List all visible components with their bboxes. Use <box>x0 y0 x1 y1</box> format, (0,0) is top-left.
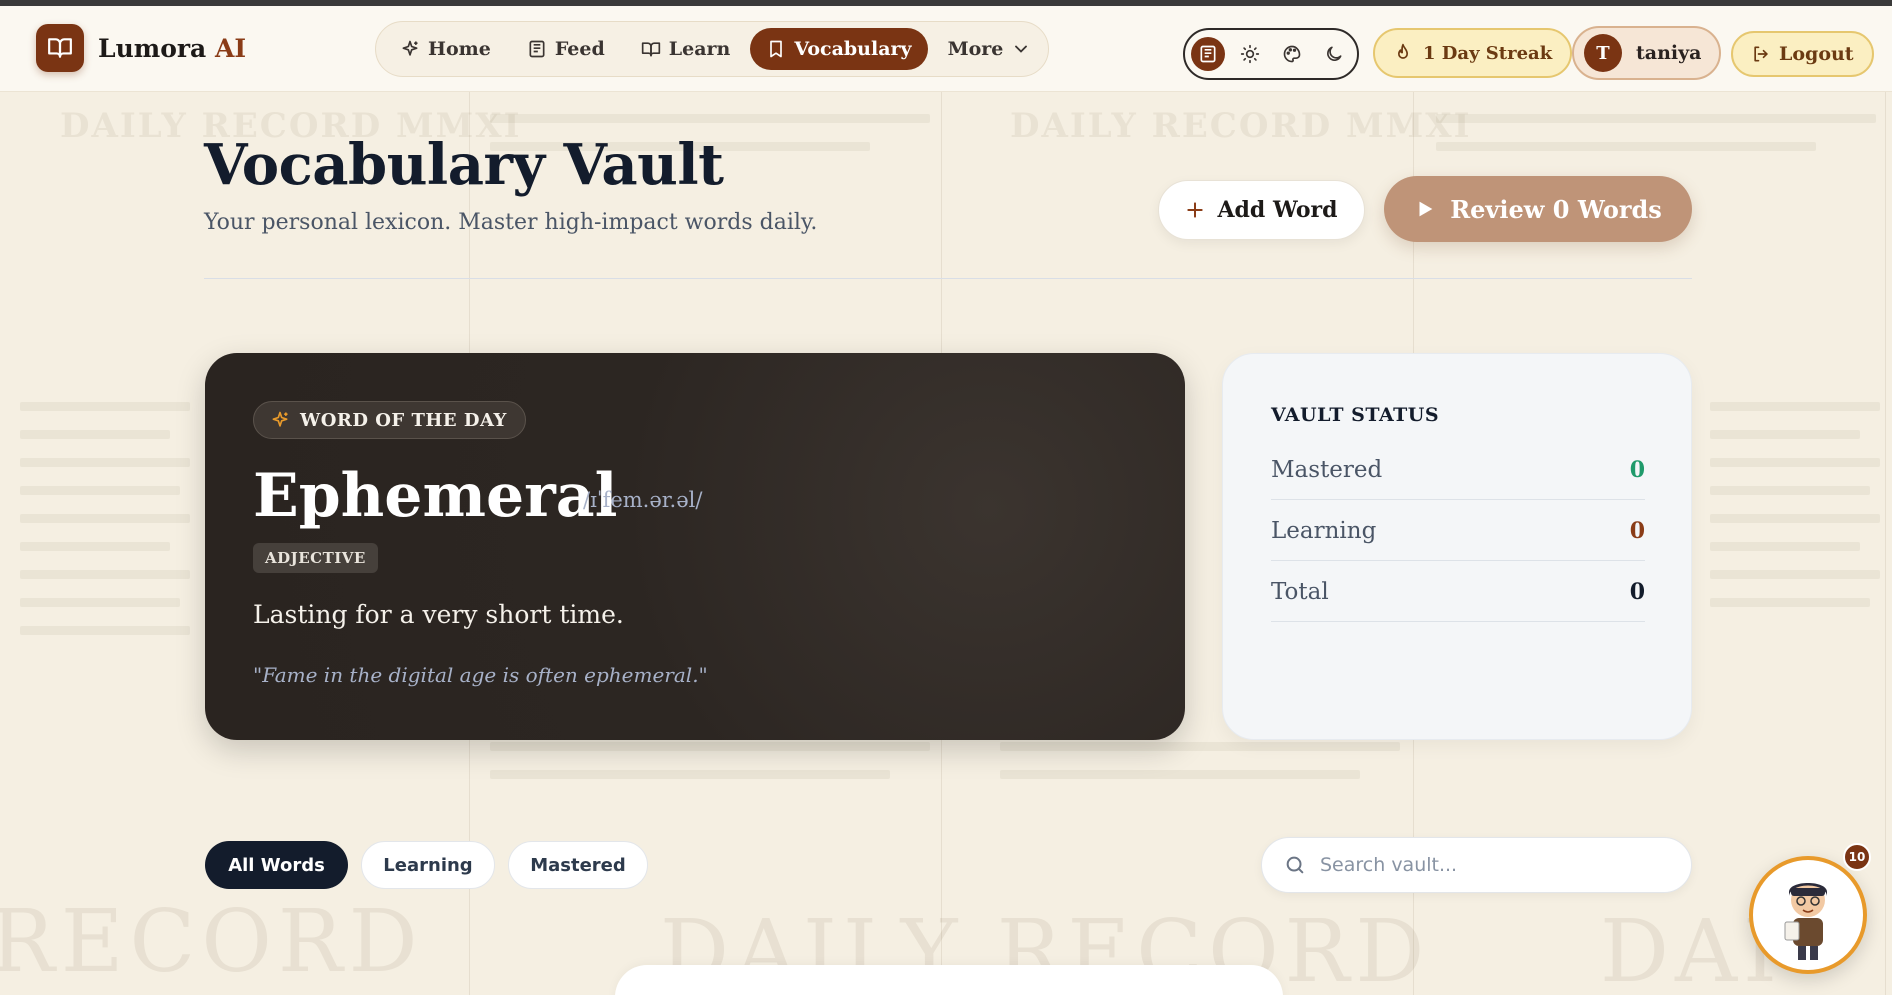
word-of-the-day-card: WORD OF THE DAY Ephemeral /ɪˈfem.ər.əl/ … <box>205 353 1185 740</box>
newspaper-theme-button[interactable] <box>1191 37 1225 71</box>
nav-more[interactable]: More <box>932 28 1048 70</box>
word-list-card <box>615 965 1283 995</box>
nav-vocabulary[interactable]: Vocabulary <box>750 28 928 70</box>
nav-home[interactable]: Home <box>384 28 507 70</box>
book-open-icon <box>641 42 660 57</box>
vault-status-title: VAULT STATUS <box>1271 404 1440 426</box>
app-name: Lumora AI <box>98 33 247 63</box>
nav-feed-label: Feed <box>554 38 605 60</box>
theme-switcher <box>1183 28 1359 80</box>
vault-status-card: VAULT STATUS Mastered 0 Learning 0 Total… <box>1222 353 1692 740</box>
vault-row-value: 0 <box>1629 517 1645 544</box>
vault-row-total: Total 0 <box>1271 562 1645 622</box>
word-of-the-day-badge-label: WORD OF THE DAY <box>300 409 507 431</box>
header-divider <box>204 278 1692 279</box>
sparkle-icon <box>402 40 418 56</box>
part-of-speech-tag: ADJECTIVE <box>253 543 378 573</box>
vault-row-label: Total <box>1271 578 1329 605</box>
vault-row-label: Mastered <box>1271 456 1383 483</box>
filter-learning[interactable]: Learning <box>361 841 495 889</box>
nav-learn-label: Learn <box>668 38 731 60</box>
add-word-button[interactable]: Add Word <box>1158 180 1365 240</box>
sparkle-icon <box>272 411 288 427</box>
app-logo[interactable]: Lumora AI <box>36 24 246 72</box>
review-words-label: Review 0 Words <box>1450 194 1662 224</box>
newspaper-icon <box>529 40 545 58</box>
word-example: "Fame in the digital age is often epheme… <box>253 663 708 687</box>
logout-icon <box>1754 46 1768 62</box>
avatar: T <box>1584 34 1622 72</box>
vault-row-value: 0 <box>1629 456 1645 483</box>
palette-icon <box>1283 45 1301 63</box>
search-icon <box>1286 856 1304 874</box>
search-input[interactable] <box>1320 854 1660 876</box>
logout-button[interactable]: Logout <box>1731 31 1874 77</box>
top-navigation: Lumora AI Home Feed Learn Vocabulary Mor… <box>0 6 1892 92</box>
page-title: Vocabulary Vault <box>204 132 724 198</box>
word-definition: Lasting for a very short time. <box>253 600 624 629</box>
user-name: taniya <box>1636 42 1702 64</box>
nav-home-label: Home <box>428 38 491 60</box>
logout-label: Logout <box>1779 43 1854 65</box>
sun-icon <box>1240 44 1260 64</box>
mascot-assistant-button[interactable] <box>1749 856 1867 974</box>
word-of-the-day-badge: WORD OF THE DAY <box>253 401 526 439</box>
book-logo-icon <box>36 24 84 72</box>
vault-row-value: 0 <box>1629 578 1645 605</box>
streak-label: 1 Day Streak <box>1423 42 1553 64</box>
color-theme-button[interactable] <box>1275 37 1309 71</box>
play-icon <box>1419 201 1433 217</box>
vault-row-label: Learning <box>1271 517 1377 544</box>
vault-row-learning: Learning 0 <box>1271 501 1645 561</box>
nav-more-label: More <box>947 38 1004 60</box>
filter-mastered[interactable]: Mastered <box>508 841 648 889</box>
user-menu[interactable]: T taniya <box>1572 26 1722 80</box>
review-words-button[interactable]: Review 0 Words <box>1384 176 1692 242</box>
moon-icon <box>1327 46 1342 61</box>
add-word-label: Add Word <box>1217 197 1338 223</box>
main-menu: Home Feed Learn Vocabulary More <box>375 21 1049 77</box>
plus-icon <box>1187 202 1204 218</box>
notification-count-badge: 10 <box>1843 843 1871 871</box>
nav-vocabulary-label: Vocabulary <box>794 38 912 60</box>
dark-theme-button[interactable] <box>1317 37 1351 71</box>
bookmark-icon <box>770 40 783 58</box>
newspaper-theme-icon <box>1200 45 1216 63</box>
featured-word: Ephemeral <box>253 461 618 531</box>
nav-learn[interactable]: Learn <box>625 28 747 70</box>
flame-icon <box>1398 43 1408 59</box>
search-box <box>1261 837 1692 893</box>
chevron-down-icon <box>1015 45 1028 53</box>
vault-row-mastered: Mastered 0 <box>1271 440 1645 500</box>
page-subtitle: Your personal lexicon. Master high-impac… <box>204 210 818 235</box>
streak-badge[interactable]: 1 Day Streak <box>1373 28 1573 78</box>
filter-all-words[interactable]: All Words <box>205 841 348 889</box>
mascot-character-icon <box>1784 883 1827 960</box>
pronunciation: /ɪˈfem.ər.əl/ <box>583 488 703 512</box>
nav-feed[interactable]: Feed <box>511 28 621 70</box>
light-theme-button[interactable] <box>1233 37 1267 71</box>
